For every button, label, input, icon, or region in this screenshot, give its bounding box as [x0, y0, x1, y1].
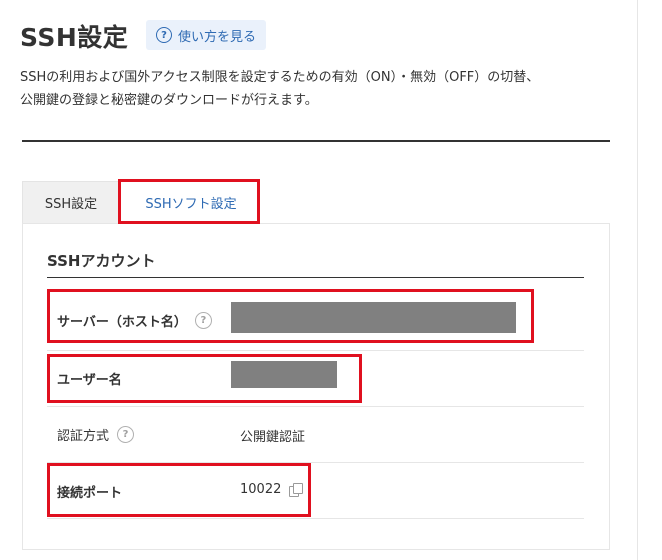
highlight-box-connection-port	[47, 463, 311, 517]
help-button[interactable]: ? 使い方を見る	[146, 20, 267, 50]
header-divider	[22, 140, 610, 142]
description-line-1: SSHの利用および国外アクセス制限を設定するための有効（ON）・無効（OFF）の…	[20, 70, 540, 85]
auth-method-text: 公開鍵認証	[240, 430, 306, 445]
row-divider	[47, 350, 584, 351]
page-right-border	[637, 0, 638, 560]
highlight-box-username	[47, 354, 362, 403]
highlight-box-server-hostname	[47, 289, 534, 343]
section-title-ssh-account: SSHアカウント	[47, 252, 156, 270]
row-divider	[47, 518, 584, 519]
page-description: SSHの利用および国外アクセス制限を設定するための有効（ON）・無効（OFF）の…	[20, 66, 620, 112]
highlight-box-tab	[118, 179, 260, 224]
question-icon: ?	[156, 27, 172, 43]
auth-method-value: 公開鍵認証	[240, 426, 305, 445]
auth-method-row: 認証方式 ?	[57, 425, 135, 444]
description-line-2: 公開鍵の登録と秘密鍵のダウンロードが行えます。	[20, 93, 318, 108]
help-question-icon[interactable]: ?	[117, 426, 135, 443]
row-divider	[47, 406, 584, 407]
auth-method-label: 認証方式	[57, 429, 110, 444]
tab-ssh-settings[interactable]: SSH設定	[22, 181, 120, 223]
section-title-rule	[47, 277, 584, 278]
page-title: SSH設定	[20, 23, 129, 52]
help-button-label: 使い方を見る	[178, 29, 257, 45]
